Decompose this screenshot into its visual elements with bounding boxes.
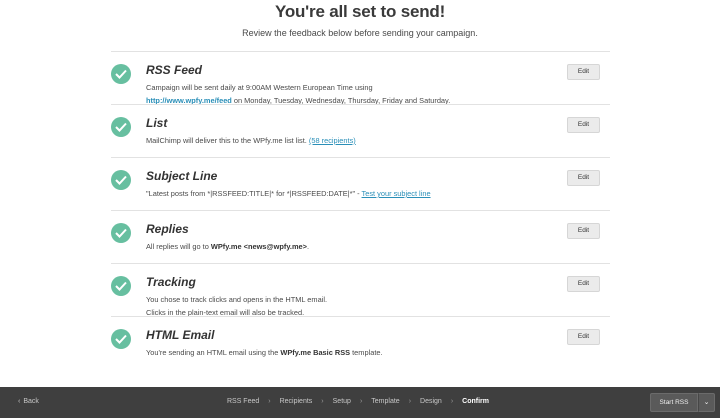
step-template[interactable]: Template <box>371 398 399 405</box>
chevron-down-icon: ⌄ <box>703 399 710 406</box>
step-rss-feed[interactable]: RSS Feed <box>227 398 259 405</box>
footer-bar: ‹ Back RSS Feed › Recipients › Setup › Template… <box>0 387 720 418</box>
checklist-item-subject-line: Subject Line "Latest posts from *|RSSFEE… <box>111 157 610 210</box>
item-title: RSS Feed <box>146 63 203 77</box>
recipients-link[interactable]: (58 recipients) <box>309 136 356 145</box>
chevron-right-icon: › <box>359 398 363 405</box>
check-icon <box>111 329 131 349</box>
checklist-item-rss-feed: RSS Feed Campaign will be sent daily at … <box>111 51 610 105</box>
check-icon <box>111 64 131 84</box>
item-description: "Latest posts from *|RSSFEED:TITLE|* for… <box>146 188 566 201</box>
item-description: All replies will go to WPfy.me <news@wpf… <box>146 241 566 254</box>
description-text: All replies will go to <box>146 242 211 251</box>
step-design[interactable]: Design <box>420 398 442 405</box>
item-description: You're sending an HTML email using the W… <box>146 347 566 360</box>
edit-tracking-button[interactable]: Edit <box>567 276 600 292</box>
edit-html-email-button[interactable]: Edit <box>567 329 600 345</box>
step-confirm[interactable]: Confirm <box>462 398 489 405</box>
description-text: You're sending an HTML email using the <box>146 348 281 357</box>
check-icon <box>111 276 131 296</box>
edit-replies-button[interactable]: Edit <box>567 223 600 239</box>
description-text: . <box>306 242 310 251</box>
description-text: You chose to track clicks and opens in t… <box>146 295 328 304</box>
test-subject-link[interactable]: Test your subject line <box>362 189 431 198</box>
checklist-item-list: List MailChimp will deliver this to the … <box>111 104 610 157</box>
description-text: template. <box>350 348 383 357</box>
chevron-right-icon: › <box>450 398 454 405</box>
item-title: HTML Email <box>146 328 215 342</box>
check-icon <box>111 170 131 190</box>
page-subtitle: Review the feedback below before sending… <box>242 28 478 38</box>
item-description: MailChimp will deliver this to the WPfy.… <box>146 135 566 148</box>
description-text: MailChimp will deliver this to the WPfy.… <box>146 136 309 145</box>
template-name: WPfy.me Basic RSS <box>280 348 351 357</box>
description-text: Campaign will be sent daily at 9:00AM We… <box>146 83 373 92</box>
start-rss-button[interactable]: Start RSS <box>650 393 698 412</box>
page-title: You're all set to send! <box>274 2 446 21</box>
subject-text: "Latest posts from *|RSSFEED:TITLE|* for… <box>146 189 362 198</box>
check-icon <box>111 223 131 243</box>
step-breadcrumb: RSS Feed › Recipients › Setup › Template › Desig… <box>0 398 720 405</box>
edit-subject-button[interactable]: Edit <box>567 170 600 186</box>
item-title: List <box>146 116 168 130</box>
step-setup[interactable]: Setup <box>333 398 351 405</box>
checklist-item-replies: Replies All replies will go to WPfy.me <… <box>111 210 610 263</box>
checklist: RSS Feed Campaign will be sent daily at … <box>111 51 610 357</box>
chevron-right-icon: › <box>268 398 271 405</box>
chevron-right-icon: › <box>321 398 324 405</box>
edit-list-button[interactable]: Edit <box>567 117 600 133</box>
item-title: Tracking <box>146 275 196 289</box>
item-title: Subject Line <box>146 169 218 183</box>
step-recipients[interactable]: Recipients <box>280 398 313 405</box>
edit-rss-feed-button[interactable]: Edit <box>567 64 600 80</box>
chevron-right-icon: › <box>408 398 412 405</box>
start-options-dropdown[interactable]: ⌄ <box>698 393 715 412</box>
item-title: Replies <box>146 222 189 236</box>
reply-to-address: WPfy.me <news@wpfy.me> <box>210 242 307 251</box>
check-icon <box>111 117 131 137</box>
checklist-item-tracking: Tracking You chose to track clicks and o… <box>111 263 610 317</box>
checklist-item-html-email: HTML Email You're sending an HTML email … <box>111 316 610 357</box>
